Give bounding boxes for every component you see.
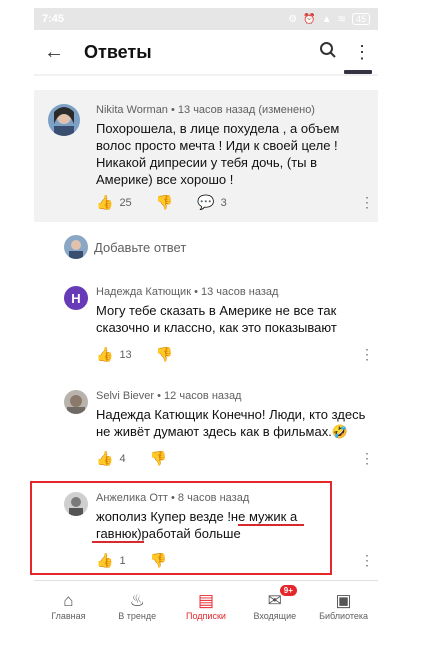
comment-menu-icon[interactable]: ⋮: [360, 552, 374, 569]
dislike-icon[interactable]: 👎: [150, 450, 167, 467]
comment-actions: 👍 13 👎: [96, 346, 179, 363]
comment-menu-icon[interactable]: ⋮: [360, 346, 374, 363]
back-arrow-icon[interactable]: ←: [34, 41, 74, 64]
annotation-underline: [92, 541, 144, 543]
reply-count: 3: [220, 196, 227, 209]
comment-time: • 13 часов назад: [194, 286, 279, 298]
reply-comment: Selvi Biever • 12 часов назад Надежда Ка…: [34, 382, 378, 472]
parent-comment: Nikita Worman • 13 часов назад (изменено…: [34, 90, 378, 222]
nav-subscriptions[interactable]: ▤ Подписки: [173, 591, 239, 621]
dislike-icon[interactable]: 👎: [156, 194, 173, 211]
like-icon[interactable]: 👍: [96, 194, 113, 211]
wifi-icon: ≋: [337, 13, 346, 25]
like-icon[interactable]: 👍: [96, 346, 113, 363]
signal-icon: ▲: [321, 13, 332, 25]
video-thumbnail-edge: [344, 70, 372, 74]
annotation-underline: [238, 524, 304, 526]
avatar[interactable]: Н: [64, 286, 88, 310]
comment-menu-icon[interactable]: ⋮: [360, 450, 374, 467]
home-icon: ⌂: [63, 590, 74, 610]
alarm-icon: ⏰: [303, 13, 316, 25]
nav-library[interactable]: ▣ Библиотека: [311, 591, 377, 621]
comment-author[interactable]: Selvi Biever: [96, 390, 154, 402]
nav-inbox[interactable]: ✉ 9+ Входящие: [242, 584, 308, 621]
flame-icon: ♨: [129, 590, 145, 610]
avatar-initial: Н: [71, 290, 81, 306]
reply-comment: Н Надежда Катющик • 13 часов назад Могу …: [34, 278, 378, 368]
avatar: [64, 235, 88, 259]
divider: [34, 74, 378, 76]
like-icon[interactable]: 👍: [96, 450, 113, 467]
comment-text: Могу тебе сказать в Америке не все так с…: [96, 303, 337, 335]
nav-home[interactable]: ⌂ Главная: [35, 591, 101, 621]
status-bar: 7:45 ⚙ ⏰ ▲ ≋ 45: [34, 8, 378, 30]
page-title: Ответы: [84, 41, 152, 62]
comment-actions: 👍 4 👎: [96, 450, 173, 467]
comment-menu-icon[interactable]: ⋮: [360, 194, 374, 211]
app-bar: ← Ответы ⋮: [34, 30, 378, 74]
comment-actions: 👍 25 👎 💬 3: [96, 194, 227, 211]
highlight-annotation: [30, 481, 332, 575]
nav-label: Главная: [51, 610, 86, 621]
comment-text: Похорошела, в лице похудела , а объем во…: [96, 121, 340, 187]
add-reply-field[interactable]: Добавьте ответ: [34, 224, 378, 270]
nav-label: Входящие: [253, 610, 297, 621]
nav-trending[interactable]: ♨ В тренде: [104, 591, 170, 621]
comment-time: • 13 часов назад (изменено): [171, 104, 315, 116]
inbox-badge: 9+: [279, 584, 297, 596]
like-count: 25: [119, 196, 132, 209]
like-count: 13: [119, 348, 132, 361]
comment-author[interactable]: Nikita Worman: [96, 104, 168, 116]
search-icon[interactable]: [310, 41, 346, 64]
settings-icon: ⚙: [288, 13, 298, 25]
subscriptions-icon: ▤: [197, 590, 215, 610]
nav-label: Подписки: [186, 610, 226, 621]
reply-icon[interactable]: 💬: [197, 194, 214, 211]
nav-label: В тренде: [118, 610, 157, 621]
nav-label: Библиотека: [319, 610, 369, 621]
status-icons: ⚙ ⏰ ▲ ≋ 45: [288, 13, 370, 25]
comment-text: Надежда Катющик Конечно! Люди, кто здесь…: [96, 407, 366, 439]
comment-meta: Надежда Катющик • 13 часов назад: [96, 286, 278, 298]
battery-indicator: 45: [351, 13, 370, 25]
avatar[interactable]: [64, 390, 88, 414]
mail-icon: ✉: [267, 590, 282, 610]
comment-meta: Nikita Worman • 13 часов назад (изменено…: [96, 104, 315, 116]
bottom-navigation: ⌂ Главная ♨ В тренде ▤ Подписки ✉ 9+ Вхо…: [34, 580, 378, 630]
comment-meta: Selvi Biever • 12 часов назад: [96, 390, 241, 402]
comment-time: • 12 часов назад: [157, 390, 242, 402]
dislike-icon[interactable]: 👎: [156, 346, 173, 363]
comment-author[interactable]: Надежда Катющик: [96, 286, 191, 298]
like-count: 4: [119, 452, 126, 465]
library-icon: ▣: [335, 590, 352, 610]
add-reply-placeholder[interactable]: Добавьте ответ: [94, 240, 186, 255]
more-options-icon[interactable]: ⋮: [346, 42, 378, 63]
avatar[interactable]: [48, 104, 80, 136]
status-time: 7:45: [42, 13, 65, 25]
